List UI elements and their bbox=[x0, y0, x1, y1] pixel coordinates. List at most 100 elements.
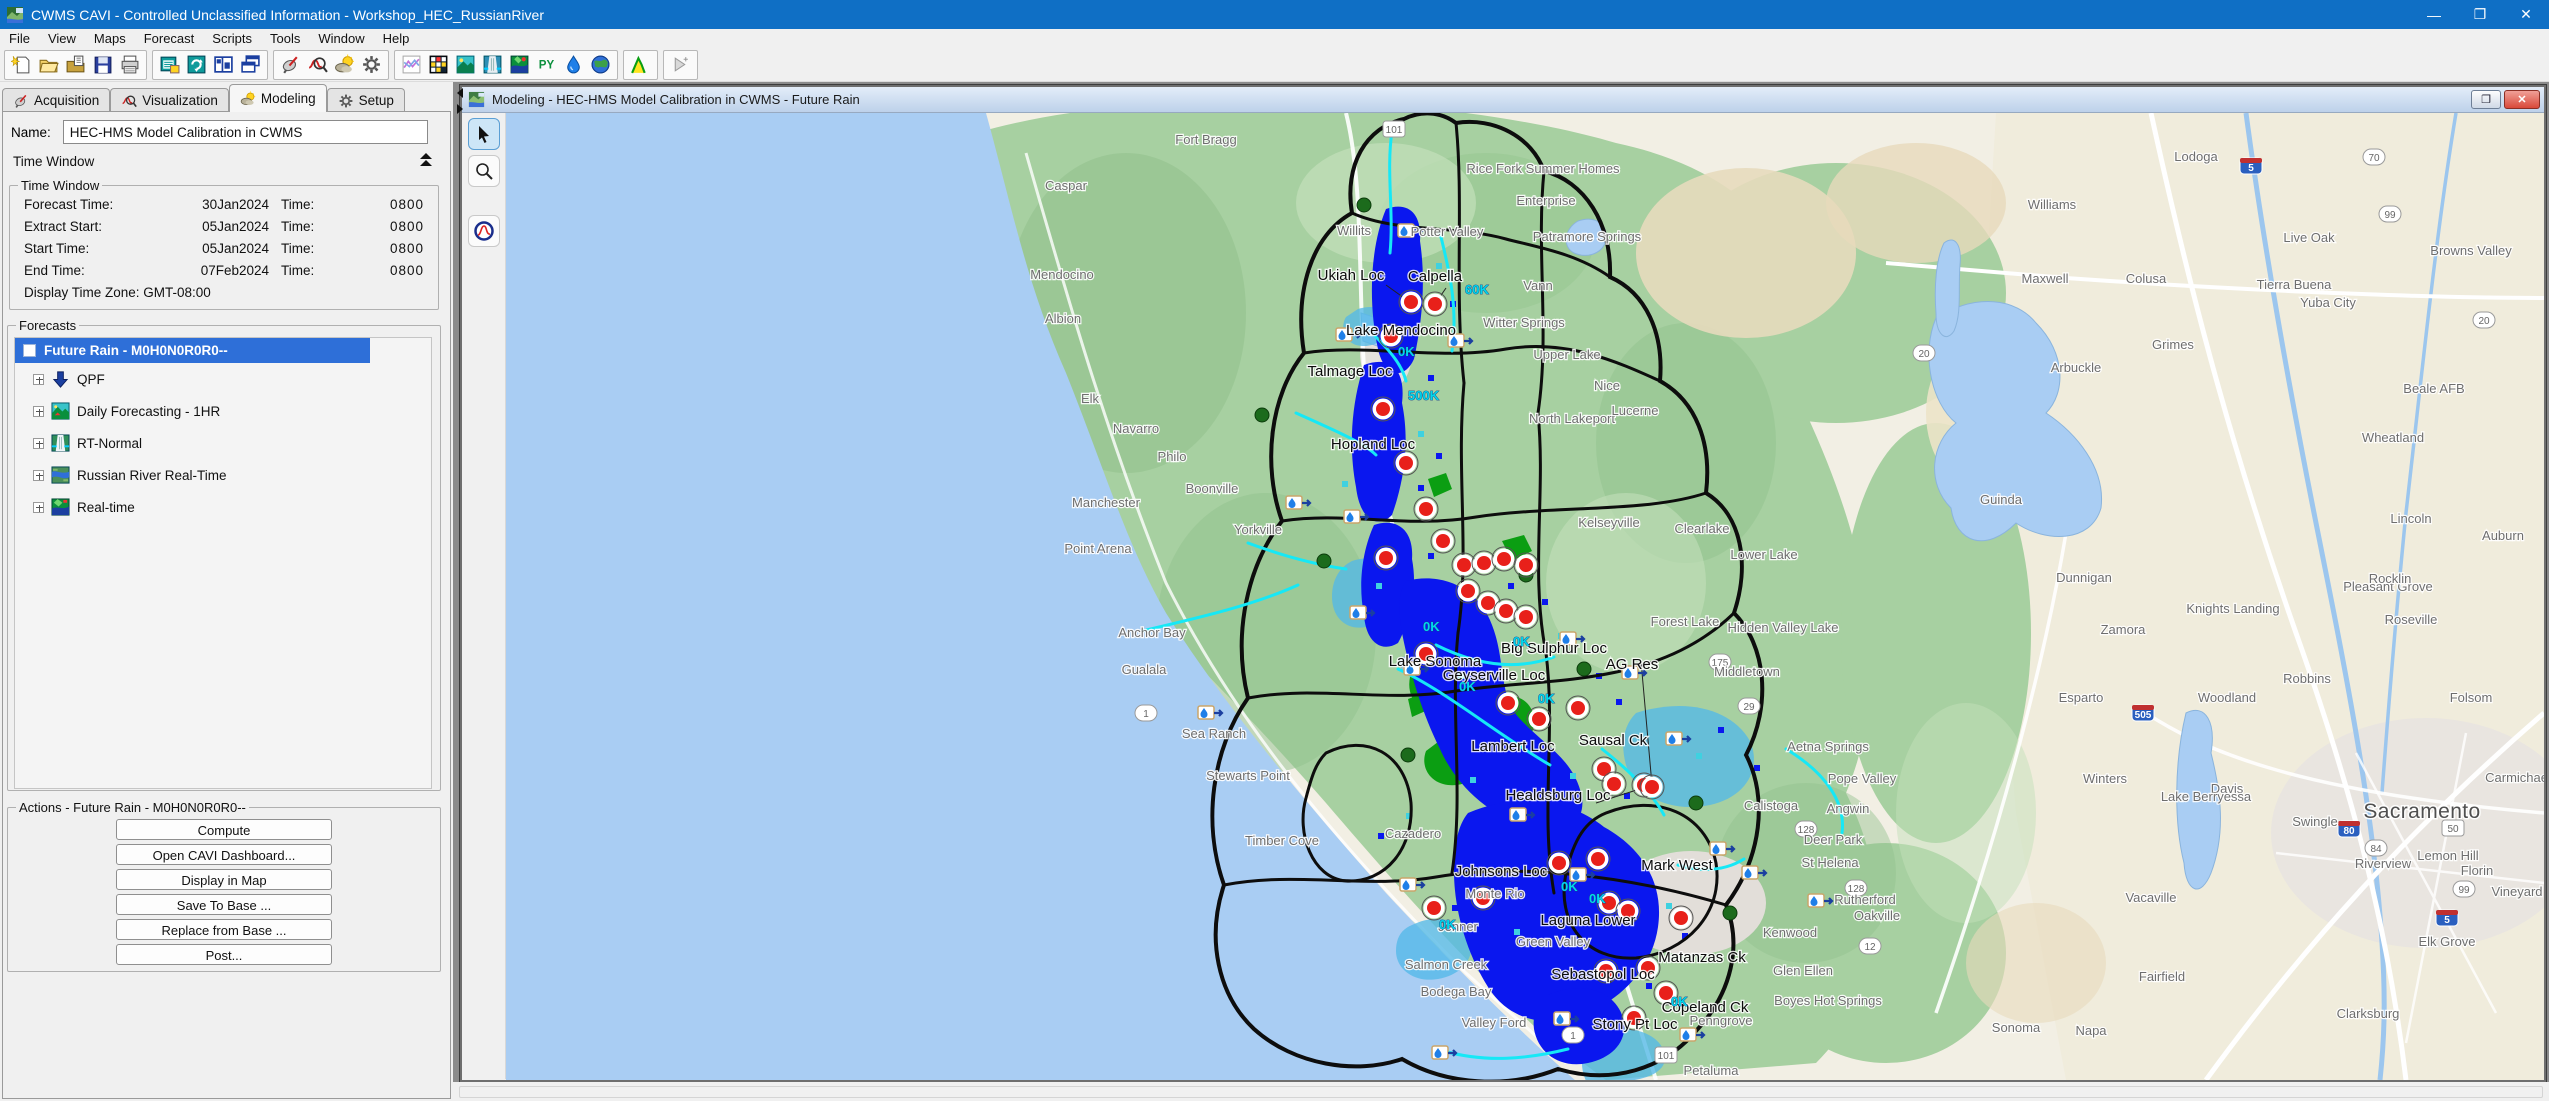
image-button[interactable] bbox=[452, 52, 479, 78]
forecast-tree-item[interactable]: QPF bbox=[15, 363, 431, 395]
panel-collapse-arrows[interactable] bbox=[455, 86, 465, 116]
gauge-marker[interactable] bbox=[1640, 775, 1664, 799]
gauge-marker[interactable] bbox=[1414, 497, 1438, 521]
map-window: Modeling - HEC-HMS Model Calibration in … bbox=[460, 85, 2546, 1082]
map-window-title-bar[interactable]: Modeling - HEC-HMS Model Calibration in … bbox=[462, 87, 2544, 113]
pointer-tool[interactable] bbox=[468, 118, 500, 150]
forecast-name-field[interactable]: HEC-HMS Model Calibration in CWMS bbox=[63, 120, 428, 144]
open-cavi-dashboard-button[interactable]: Open CAVI Dashboard... bbox=[116, 844, 332, 865]
tree-expander-icon[interactable] bbox=[33, 406, 44, 417]
close-button[interactable]: ✕ bbox=[2503, 0, 2549, 29]
line-plot-button[interactable] bbox=[398, 52, 425, 78]
refresh-button[interactable] bbox=[183, 52, 210, 78]
map-layers-button[interactable] bbox=[506, 52, 533, 78]
junction-dot[interactable] bbox=[1577, 662, 1591, 676]
junction-dot[interactable] bbox=[1357, 198, 1371, 212]
forecast-tree-item[interactable]: Russian River Real-Time bbox=[15, 459, 431, 491]
map-close-button[interactable]: ✕ bbox=[2504, 90, 2540, 109]
tree-expander-icon[interactable] bbox=[33, 502, 44, 513]
forecast-calendar-icon bbox=[159, 54, 180, 75]
gauge-marker[interactable] bbox=[1547, 851, 1571, 875]
restore-button[interactable]: ❐ bbox=[2457, 0, 2503, 29]
replace-from-base-button[interactable]: Replace from Base ... bbox=[116, 919, 332, 940]
run-play-button[interactable] bbox=[667, 52, 694, 78]
tree-expander-icon[interactable] bbox=[33, 470, 44, 481]
color-grid-button[interactable] bbox=[425, 52, 452, 78]
gauge-marker[interactable] bbox=[1514, 553, 1538, 577]
junction-dot[interactable] bbox=[1689, 796, 1703, 810]
save-button[interactable] bbox=[89, 52, 116, 78]
water-drop-button[interactable] bbox=[560, 52, 587, 78]
gauge-marker[interactable] bbox=[1374, 546, 1398, 570]
menu-view[interactable]: View bbox=[39, 30, 85, 47]
print-button[interactable] bbox=[116, 52, 143, 78]
display-in-map-button[interactable]: Display in Map bbox=[116, 869, 332, 890]
minimize-button[interactable]: — bbox=[2411, 0, 2457, 29]
junction-dot[interactable] bbox=[1401, 748, 1415, 762]
forecast-tree-item[interactable]: Daily Forecasting - 1HR bbox=[15, 395, 431, 427]
gauge-marker[interactable] bbox=[1423, 292, 1447, 316]
flow-annotation: 0K bbox=[1513, 634, 1530, 649]
place-label: Lucerne bbox=[1612, 403, 1659, 418]
gauge-marker[interactable] bbox=[1514, 605, 1538, 629]
new-file-button[interactable] bbox=[8, 52, 35, 78]
open-folder-button[interactable] bbox=[35, 52, 62, 78]
forecast-checkbox[interactable] bbox=[23, 344, 36, 357]
collapse-section-icon[interactable] bbox=[418, 152, 434, 168]
tab-setup[interactable]: Setup bbox=[327, 88, 405, 112]
svg-text:84: 84 bbox=[2370, 844, 2382, 855]
plot-tool[interactable] bbox=[468, 215, 500, 247]
forecast-tree-selected-item[interactable]: Future Rain - M0H0N0R0R0-- bbox=[15, 338, 370, 363]
post-button[interactable]: Post... bbox=[116, 944, 332, 965]
menu-scripts[interactable]: Scripts bbox=[203, 30, 261, 47]
dam-button[interactable] bbox=[479, 52, 506, 78]
gauge-marker[interactable] bbox=[1394, 451, 1418, 475]
cascade-windows-button[interactable] bbox=[237, 52, 264, 78]
junction-dot[interactable] bbox=[1317, 554, 1331, 568]
gauge-marker[interactable] bbox=[1492, 547, 1516, 571]
actions-legend: Actions - Future Rain - M0H0N0R0R0-- bbox=[16, 800, 249, 815]
compute-button[interactable]: Compute bbox=[116, 819, 332, 840]
status-bar bbox=[453, 1082, 2549, 1101]
gauge-marker[interactable] bbox=[1371, 397, 1395, 421]
gauge-marker[interactable] bbox=[1496, 691, 1520, 715]
gauge-marker[interactable] bbox=[1669, 906, 1693, 930]
menu-tools[interactable]: Tools bbox=[261, 30, 309, 47]
road-shield: 101 bbox=[1655, 1047, 1677, 1063]
gauge-marker[interactable] bbox=[1566, 696, 1590, 720]
menu-forecast[interactable]: Forecast bbox=[135, 30, 204, 47]
tree-expander-icon[interactable] bbox=[33, 438, 44, 449]
tree-expander-icon[interactable] bbox=[33, 374, 44, 385]
python-button[interactable]: PY bbox=[533, 52, 560, 78]
forecast-tree-item[interactable]: RT-Normal bbox=[15, 427, 431, 459]
tab-modeling[interactable]: Modeling bbox=[229, 84, 327, 112]
tab-visualization[interactable]: Visualization bbox=[110, 88, 229, 112]
map-restore-button[interactable]: ❐ bbox=[2471, 90, 2501, 109]
svg-text:101: 101 bbox=[1386, 125, 1403, 136]
forecast-calendar-button[interactable] bbox=[156, 52, 183, 78]
menu-file[interactable]: File bbox=[0, 30, 39, 47]
junction-dot[interactable] bbox=[1255, 408, 1269, 422]
globe-button[interactable] bbox=[587, 52, 614, 78]
layout-panels-button[interactable] bbox=[210, 52, 237, 78]
zoom-tool[interactable] bbox=[468, 155, 500, 187]
hydrograph-button[interactable] bbox=[627, 52, 654, 78]
save-as-button[interactable] bbox=[62, 52, 89, 78]
visualization-chart-button[interactable] bbox=[304, 52, 331, 78]
map-canvas[interactable]: 1011012020175291281281211555058099997050… bbox=[506, 113, 2544, 1080]
menu-maps[interactable]: Maps bbox=[85, 30, 135, 47]
junction-dot[interactable] bbox=[1723, 906, 1737, 920]
gauge-marker[interactable] bbox=[1586, 847, 1610, 871]
gauge-marker[interactable] bbox=[1431, 529, 1455, 553]
gear-button[interactable] bbox=[358, 52, 385, 78]
weather-button[interactable] bbox=[331, 52, 358, 78]
menu-help[interactable]: Help bbox=[374, 30, 419, 47]
forecast-tree-item[interactable]: Real-time bbox=[15, 491, 431, 523]
satellite-button[interactable] bbox=[277, 52, 304, 78]
tab-acquisition[interactable]: Acquisition bbox=[2, 88, 110, 112]
gauge-marker[interactable] bbox=[1527, 707, 1551, 731]
gauge-marker[interactable] bbox=[1399, 290, 1423, 314]
menu-window[interactable]: Window bbox=[309, 30, 373, 47]
model-location-label: Johnsons Loc bbox=[1455, 863, 1548, 880]
save-to-base-button[interactable]: Save To Base ... bbox=[116, 894, 332, 915]
